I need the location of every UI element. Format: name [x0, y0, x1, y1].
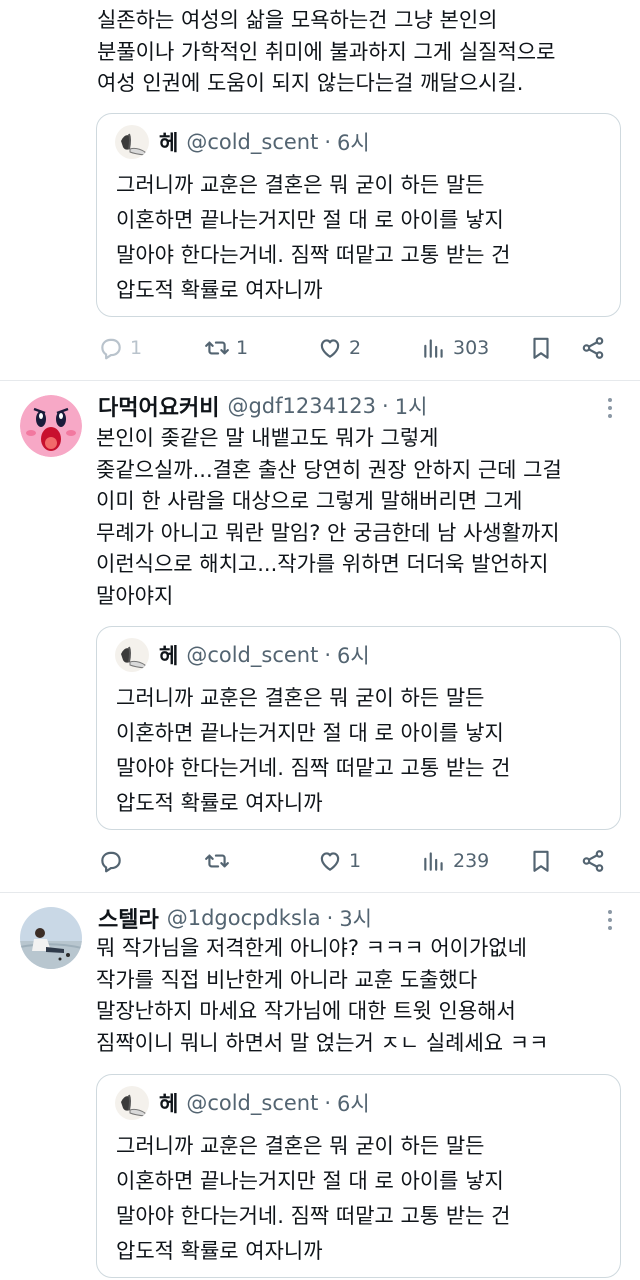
kirby-avatar-icon — [20, 395, 82, 457]
reply-icon — [101, 338, 121, 360]
user-handle[interactable]: @gdf1234123 — [227, 394, 376, 418]
quoted-tweet-text: 그러니까 교훈은 결혼은 뭐 굳이 하든 말든 이혼하면 끝나는거지만 절 대 … — [116, 173, 511, 302]
user-name[interactable]: 스텔라 — [98, 902, 159, 934]
quoted-user-name: 헤 — [159, 131, 179, 155]
separator-dot: · — [324, 130, 332, 154]
quoted-tweet-header: 헤 @cold_scent · 6시 — [115, 637, 370, 673]
more-button[interactable] — [600, 905, 620, 935]
views-button[interactable]: 303 — [421, 328, 489, 368]
reply-icon — [101, 851, 121, 873]
reply-button[interactable]: 1 — [98, 328, 142, 368]
like-button[interactable]: 2 — [317, 328, 361, 368]
retweet-icon — [205, 854, 229, 868]
share-icon — [582, 850, 604, 872]
quoted-user-handle: @cold_scent — [186, 1091, 319, 1115]
views-count: 303 — [453, 337, 490, 359]
more-icon — [608, 398, 612, 418]
like-icon — [320, 339, 340, 358]
quoted-tweet[interactable]: 헤 @cold_scent · 6시 그러니까 교훈은 결혼은 뭐 굳이 하든 … — [96, 626, 621, 830]
quoted-user-avatar — [115, 1086, 149, 1120]
like-icon — [320, 852, 340, 871]
quoted-timestamp: 6시 — [337, 131, 370, 155]
more-button[interactable] — [600, 393, 620, 423]
like-count: 1 — [349, 850, 362, 872]
separator-dot: · — [382, 394, 389, 418]
quoted-user-name: 헤 — [159, 644, 179, 668]
tweet-2[interactable]: 다먹어요커비 @gdf1234123 · 1시 본인이 좆같은 말 내뱉고도 뭐… — [0, 381, 640, 892]
quoted-tweet[interactable]: 헤 @cold_scent · 6시 그러니까 교훈은 결혼은 뭐 굳이 하든 … — [96, 1074, 621, 1278]
retweet-icon — [205, 341, 229, 355]
timestamp[interactable]: 1시 — [395, 391, 428, 421]
more-icon — [608, 910, 612, 930]
bookmark-button[interactable] — [528, 841, 554, 881]
quoted-tweet-text: 그러니까 교훈은 결혼은 뭐 굳이 하든 말든 이혼하면 끝나는거지만 절 대 … — [116, 686, 511, 815]
quoted-user-name: 헤 — [159, 1092, 179, 1116]
timestamp[interactable]: 3시 — [339, 903, 372, 933]
user-avatar[interactable] — [20, 395, 82, 457]
tweet-text: 본인이 좆같은 말 내뱉고도 뭐가 그렇게 좆같으실까...결혼 출산 당연히 … — [96, 426, 562, 608]
share-button[interactable] — [580, 328, 606, 368]
quoted-timestamp: 6시 — [337, 1092, 370, 1116]
quoted-timestamp: 6시 — [337, 644, 370, 668]
bookmark-icon — [533, 850, 549, 872]
reply-count: 1 — [130, 337, 143, 359]
tweet-1[interactable]: 실존하는 여성의 삶을 모욕하는건 그냥 본인의 분풀이나 가학적인 취미에 불… — [0, 0, 640, 380]
views-count: 239 — [453, 850, 490, 872]
quoted-tweet-text: 그러니까 교훈은 결혼은 뭐 굳이 하든 말든 이혼하면 끝나는거지만 절 대 … — [116, 1134, 511, 1263]
quoted-tweet[interactable]: 헤 @cold_scent · 6시 그러니까 교훈은 결혼은 뭐 굳이 하든 … — [96, 113, 621, 317]
tweet-3[interactable]: 스텔라 @1dgocpdksla · 3시 뭐 작가님을 저격한게 아니야? ㅋ… — [0, 893, 640, 1280]
user-handle[interactable]: @1dgocpdksla — [167, 906, 321, 930]
tweet-actions: 1 239 — [98, 841, 618, 881]
like-button[interactable]: 1 — [317, 841, 361, 881]
tweet-text: 실존하는 여성의 삶을 모욕하는건 그냥 본인의 분풀이나 가학적인 취미에 불… — [97, 8, 556, 95]
quoted-user-avatar — [115, 638, 149, 672]
bookmark-button[interactable] — [528, 328, 554, 368]
views-button[interactable]: 239 — [421, 841, 489, 881]
retweet-count: 1 — [236, 337, 249, 359]
quoted-user-handle: @cold_scent — [186, 130, 319, 154]
reply-button[interactable] — [98, 841, 130, 881]
user-name[interactable]: 다먹어요커비 — [98, 390, 219, 422]
retweet-button[interactable]: 1 — [204, 328, 248, 368]
retweet-button[interactable] — [204, 841, 236, 881]
user-avatar[interactable] — [20, 907, 82, 969]
separator-dot: · — [326, 906, 334, 930]
separator-dot: · — [324, 643, 332, 667]
like-count: 2 — [349, 337, 362, 359]
tweet-actions: 1 1 2 303 — [98, 328, 618, 368]
views-icon — [424, 339, 443, 358]
person-photo-avatar-icon — [20, 907, 82, 969]
separator-dot: · — [324, 1091, 332, 1115]
tweet-header: 다먹어요커비 @gdf1234123 · 1시 — [98, 391, 427, 421]
quoted-tweet-header: 헤 @cold_scent · 6시 — [115, 124, 370, 160]
share-button[interactable] — [580, 841, 606, 881]
tweet-text: 뭐 작가님을 저격한게 아니야? ㅋㅋㅋ 어이가없네 작가를 직접 비난한게 아… — [96, 936, 549, 1055]
quoted-tweet-header: 헤 @cold_scent · 6시 — [115, 1085, 370, 1121]
views-icon — [424, 852, 443, 871]
quoted-user-handle: @cold_scent — [186, 643, 319, 667]
tweet-header: 스텔라 @1dgocpdksla · 3시 — [98, 903, 372, 933]
bookmark-icon — [533, 337, 549, 359]
quoted-user-avatar — [115, 125, 149, 159]
share-icon — [582, 337, 604, 359]
